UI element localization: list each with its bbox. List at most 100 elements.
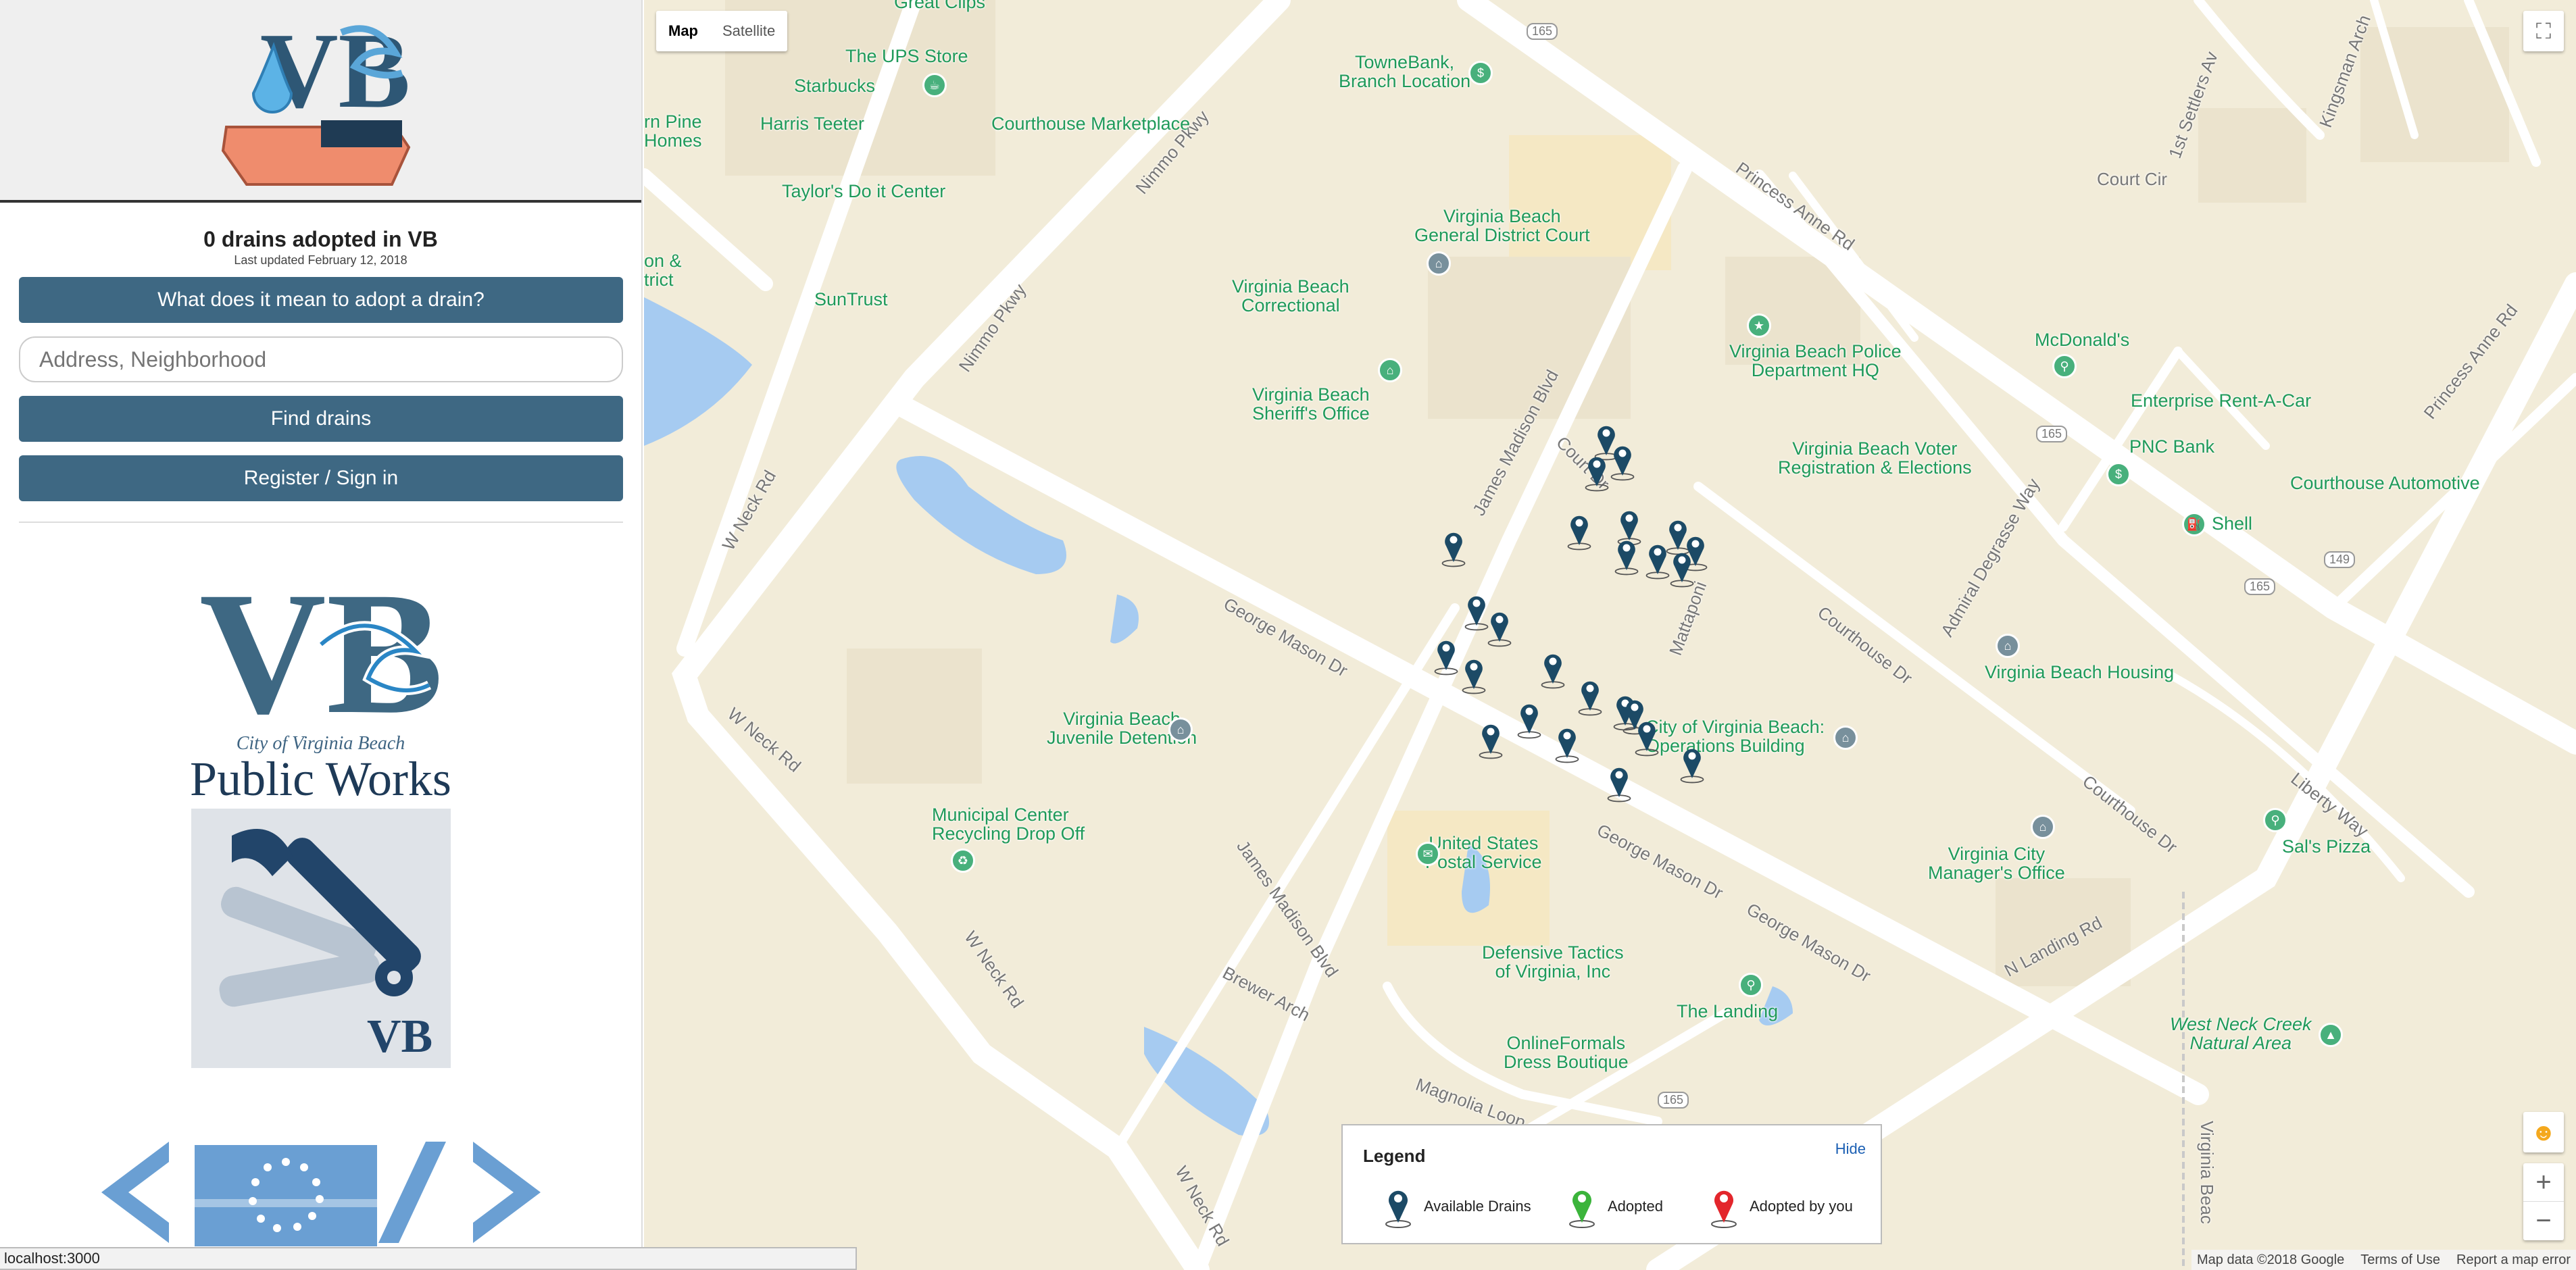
drain-marker-icon[interactable] [1667,547,1697,588]
public-works-text: Public Works [190,752,451,806]
drain-marker-icon[interactable] [1582,451,1612,492]
poi-pine-homes[interactable]: rn Pine Homes [644,112,702,150]
poi-onlineformals[interactable]: OnlineFormals Dress Boutique [1504,1034,1629,1071]
poi-pnc-bank[interactable]: PNC Bank [2129,436,2214,457]
poi-voter-registration[interactable]: Virginia Beach Voter Registration & Elec… [1778,439,1972,477]
poi-townebank[interactable]: TowneBank, Branch Location [1339,53,1470,91]
poi-city-managers-office[interactable]: Virginia City Manager's Office [1928,844,2065,882]
drain-marker-icon[interactable] [1552,723,1582,763]
drain-marker-icon[interactable] [1677,743,1707,784]
park-icon[interactable]: ▲ [2319,1023,2343,1047]
public-works-logo: VB City of Virginia Beach Public Works [166,556,476,806]
satellite-view-button[interactable]: Satellite [710,11,787,51]
zoom-control: + − [2523,1163,2564,1240]
poi-shell[interactable]: Shell [2212,513,2252,534]
poi-taylors[interactable]: Taylor's Do it Center [782,181,945,201]
recycling-icon[interactable]: ♻ [951,848,975,873]
drain-marker-icon[interactable] [1612,535,1641,576]
register-signin-button[interactable]: Register / Sign in [19,455,623,501]
find-drains-button[interactable]: Find drains [19,396,623,442]
government-icon[interactable]: ⌂ [1378,358,1402,382]
poi-sheriff[interactable]: Virginia Beach Sheriff's Office [1252,385,1370,423]
restaurant-icon[interactable]: ⚲ [2052,354,2077,378]
poi-vb-housing[interactable]: Virginia Beach Housing [1985,662,2174,682]
zoom-in-button[interactable]: + [2523,1163,2564,1202]
drain-marker-icon[interactable] [1459,654,1489,694]
legend-label: Available Drains [1424,1198,1531,1215]
poi-harris-teeter[interactable]: Harris Teeter [760,113,864,134]
vb-wave-logo: VB [199,556,443,751]
legend-label: Adopted by you [1750,1198,1853,1215]
address-search-input[interactable] [19,336,623,382]
terms-link[interactable]: Terms of Use [2360,1250,2440,1270]
building-icon[interactable]: ⌂ [2031,815,2055,839]
restaurant-icon[interactable]: ⚲ [2263,808,2287,832]
drain-marker-icon[interactable] [1538,649,1568,689]
route-shield: 165 [1658,1092,1689,1109]
bank-icon[interactable]: $ [2106,462,2131,486]
poi-courthouse-automotive[interactable]: Courthouse Automotive [2290,473,2480,493]
drain-marker-icon[interactable] [1485,607,1514,647]
legend-item-adopted-by-you: Adopted by you [1708,1185,1853,1228]
poi-post-office[interactable]: United States Postal Service [1425,834,1542,871]
zoom-out-button[interactable]: − [2523,1202,2564,1240]
road-label: Court Cir [2097,169,2168,189]
legend-item-adopted: Adopted [1566,1185,1663,1228]
gas-station-icon[interactable]: ⛽ [2182,512,2206,536]
map-type-control: Map Satellite [656,11,788,51]
drain-marker-icon[interactable] [1439,527,1468,567]
code-for-america-logo [101,1142,541,1246]
bank-icon[interactable]: $ [1468,61,1493,85]
last-updated-text: Last updated February 12, 2018 [234,253,407,267]
poi-suntrust[interactable]: SunTrust [814,289,888,309]
drain-pin-icon [1711,1190,1737,1228]
poi-west-neck-creek[interactable]: West Neck Creek Natural Area [2170,1015,2312,1052]
starbucks-icon[interactable]: ☕ [922,73,947,97]
header: VB [0,0,641,203]
vb-drain-logo[interactable]: VB [220,5,422,195]
building-icon[interactable]: ⌂ [1168,717,1193,742]
building-icon[interactable]: ⌂ [1833,726,1858,750]
drain-marker-icon[interactable] [1431,635,1461,676]
legend-hide-link[interactable]: Hide [1835,1140,1866,1158]
browser-status-bar: localhost:3000 [0,1247,857,1270]
poi-ups-store[interactable]: The UPS Store [845,46,968,66]
map-view-button[interactable]: Map [656,11,710,51]
poi-the-landing[interactable]: The Landing [1677,1001,1778,1021]
drain-marker-icon[interactable] [1476,719,1506,759]
poi-general-district-court[interactable]: Virginia Beach General District Court [1414,207,1590,245]
street-view-pegman-icon[interactable]: ☻ [2523,1112,2564,1152]
drain-pin-icon [1385,1190,1411,1228]
poi-courthouse-marketplace[interactable]: Courthouse Marketplace [991,113,1190,134]
poi-operations-building[interactable]: City of Virginia Beach: Operations Build… [1645,717,1825,755]
drain-marker-icon[interactable] [1608,440,1637,481]
poi-great-clips[interactable]: Great Clips [894,0,985,12]
poi-correctional[interactable]: Virginia Beach Correctional [1232,277,1349,315]
poi-defensive-tactics[interactable]: Defensive Tactics of Virginia, Inc [1482,943,1624,981]
report-error-link[interactable]: Report a map error [2456,1250,2571,1270]
poi-district[interactable]: on & trict [644,251,682,289]
drain-marker-icon[interactable] [1564,510,1594,551]
poi-mcdonalds[interactable]: McDonald's [2035,330,2129,350]
drain-marker-icon[interactable] [1514,698,1544,739]
mail-icon[interactable]: ✉ [1416,842,1440,866]
poi-starbucks[interactable]: Starbucks [794,76,875,96]
route-shield: 165 [2036,426,2068,442]
drain-marker-icon[interactable] [1632,716,1662,757]
poi-recycling-drop-off[interactable]: Municipal Center Recycling Drop Off [932,805,1085,843]
police-icon[interactable]: ★ [1747,313,1771,338]
building-icon[interactable]: ⌂ [1996,634,2020,658]
route-shield: 165 [2244,578,2276,595]
about-adopt-button[interactable]: What does it mean to adopt a drain? [19,277,623,323]
road-label: Virginia Beac [2196,1121,2217,1224]
map[interactable]: Great Clips The UPS Store Starbucks Harr… [644,0,2576,1270]
map-attribution: Map data ©2018 Google Terms of Use Repor… [2191,1250,2576,1270]
drain-marker-icon[interactable] [1604,762,1634,803]
wrench-logo: VB [191,809,451,1068]
poi-enterprise[interactable]: Enterprise Rent-A-Car [2131,390,2311,411]
drain-marker-icon[interactable] [1575,676,1605,716]
courthouse-icon[interactable]: ⌂ [1427,251,1451,276]
fullscreen-icon[interactable]: ⛶ [2523,11,2564,51]
restaurant-icon[interactable]: ⚲ [1739,973,1763,997]
poi-police-hq[interactable]: Virginia Beach Police Department HQ [1729,342,1902,380]
